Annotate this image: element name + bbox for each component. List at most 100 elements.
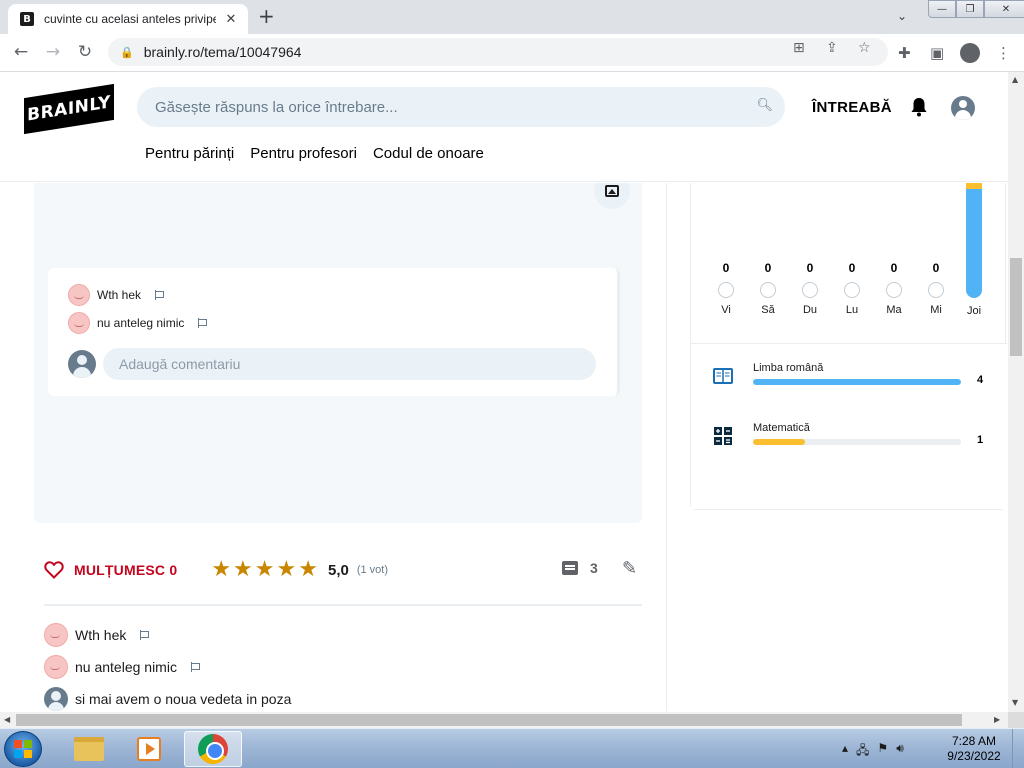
day-count: 0 xyxy=(722,261,730,275)
address-bar[interactable]: 🔒 brainly.ro/tema/10047964 xyxy=(108,38,888,66)
back-arrow-icon[interactable]: ← xyxy=(10,42,32,62)
today-activity-bar xyxy=(966,183,982,298)
site-header: BRAINLY 🔍︎ ÎNTREABĂ Pentru părinți Pentr… xyxy=(0,72,1008,182)
taskbar-media-player[interactable] xyxy=(120,731,178,767)
browser-profile-avatar[interactable] xyxy=(960,43,980,63)
system-clock[interactable]: 7:28 AM 9/23/2022 xyxy=(944,734,1004,764)
attachment-image-button[interactable] xyxy=(594,183,630,209)
network-icon[interactable]: 🖧 xyxy=(856,741,869,762)
nav-teachers-link[interactable]: Pentru profesori xyxy=(250,145,357,162)
comment-item: Wth hek xyxy=(68,284,165,306)
subject-progress-fill xyxy=(753,379,961,385)
nav-honor-code-link[interactable]: Codul de onoare xyxy=(373,145,484,162)
report-flag-icon[interactable] xyxy=(140,630,150,640)
action-center-flag-icon[interactable]: ⚑ xyxy=(877,741,888,762)
minimize-button[interactable]: — xyxy=(928,0,956,18)
day-column: 0 Lu xyxy=(831,261,873,316)
avatar[interactable] xyxy=(68,312,90,334)
scroll-down-arrow-icon[interactable]: ▼ xyxy=(1012,698,1018,707)
nav-parents-link[interactable]: Pentru părinți xyxy=(145,145,234,162)
add-comment-input[interactable] xyxy=(103,348,596,380)
close-window-button[interactable]: ✕ xyxy=(984,0,1024,18)
windows-taskbar: ▴ 🖧 ⚑ 🔊︎ 7:28 AM 9/23/2022 xyxy=(0,728,1024,768)
comment-item: Wth hek xyxy=(44,623,150,647)
comments-toggle[interactable]: 3 xyxy=(562,560,598,576)
search-icon[interactable]: 🔍︎ xyxy=(756,98,773,113)
browser-tab[interactable]: B cuvinte cu acelasi anteles privipe ✕ xyxy=(8,4,248,34)
star-icon[interactable]: ★ xyxy=(255,559,275,581)
vertical-scroll-thumb[interactable] xyxy=(1010,258,1022,356)
forward-arrow-icon[interactable]: → xyxy=(42,42,64,62)
comment-item: si mai avem o noua vedeta in poza xyxy=(44,687,291,711)
day-label: Ma xyxy=(886,304,902,316)
taskbar-chrome[interactable] xyxy=(184,731,242,767)
answer-actions: MULȚUMESC 0 ★ ★ ★ ★ ★ 5,0 (1 vot) 3 ✎ xyxy=(44,555,642,585)
show-desktop-button[interactable] xyxy=(1012,729,1024,768)
folder-icon xyxy=(74,737,104,761)
ask-question-button[interactable]: ÎNTREABĂ xyxy=(812,99,892,116)
star-rating[interactable]: ★ ★ ★ ★ ★ xyxy=(211,559,318,581)
restore-button[interactable]: ❐ xyxy=(956,0,984,18)
add-comment-row xyxy=(68,348,596,380)
answer-box: Wth hek nu anteleg nimic xyxy=(34,183,642,523)
report-flag-icon[interactable] xyxy=(198,318,208,328)
comment-text: si mai avem o noua vedeta in poza xyxy=(75,691,292,707)
thanks-button[interactable]: MULȚUMESC 0 xyxy=(74,562,177,578)
star-icon[interactable]: ★ xyxy=(233,559,253,581)
brainly-favicon-icon: B xyxy=(20,12,34,26)
start-button[interactable] xyxy=(4,731,42,767)
volume-icon[interactable]: 🔊︎ xyxy=(896,741,904,762)
browser-tab-strip: B cuvinte cu acelasi anteles privipe ✕ +… xyxy=(0,0,1024,34)
site-subnav: Pentru părinți Pentru profesori Codul de… xyxy=(145,145,484,162)
edit-pencil-icon[interactable]: ✎ xyxy=(622,558,637,579)
taskbar-explorer[interactable] xyxy=(60,731,118,767)
tab-title: cuvinte cu acelasi anteles privipe xyxy=(44,12,216,26)
tab-close-icon[interactable]: ✕ xyxy=(222,12,240,27)
side-panel-icon[interactable]: ▣ xyxy=(930,44,944,62)
tray-expand-icon[interactable]: ▴ xyxy=(842,741,848,762)
system-tray: ▴ 🖧 ⚑ 🔊︎ xyxy=(842,741,904,762)
horizontal-scroll-thumb[interactable] xyxy=(16,714,962,726)
avatar[interactable] xyxy=(44,687,68,711)
lock-icon[interactable]: 🔒 xyxy=(120,46,134,59)
browser-menu-icon[interactable]: ⋮ xyxy=(996,44,1011,62)
vertical-scrollbar[interactable]: ▲ ▼ xyxy=(1008,72,1024,712)
day-circle xyxy=(886,282,902,298)
subject-progress-track xyxy=(753,439,961,445)
report-flag-icon[interactable] xyxy=(155,290,165,300)
reload-icon[interactable]: ↻ xyxy=(74,42,96,62)
report-flag-icon[interactable] xyxy=(190,662,200,672)
star-icon[interactable]: ★ xyxy=(277,559,297,581)
windows-logo-icon xyxy=(14,740,32,758)
extensions-puzzle-icon[interactable]: ✚ xyxy=(898,44,911,62)
star-icon[interactable]: ★ xyxy=(211,559,231,581)
page-content: Wth hek nu anteleg nimic MULȚUMESC 0 xyxy=(0,183,1008,711)
tab-search-chevron-icon[interactable]: ⌄ xyxy=(897,9,907,23)
avatar[interactable] xyxy=(44,623,68,647)
user-avatar-icon[interactable] xyxy=(951,96,975,120)
scroll-left-arrow-icon[interactable]: ◀ xyxy=(4,715,10,724)
day-count: 0 xyxy=(764,261,772,275)
day-count: 0 xyxy=(806,261,814,275)
comments-card: Wth hek nu anteleg nimic xyxy=(48,268,620,396)
notifications-bell-icon[interactable] xyxy=(910,97,928,117)
divider xyxy=(44,604,642,606)
scroll-right-arrow-icon[interactable]: ▶ xyxy=(994,715,1000,724)
site-search-input[interactable] xyxy=(155,98,745,116)
clock-time: 7:28 AM xyxy=(951,734,997,748)
avatar[interactable] xyxy=(44,655,68,679)
new-tab-button[interactable]: + xyxy=(258,6,275,26)
scroll-up-arrow-icon[interactable]: ▲ xyxy=(1012,75,1018,84)
star-icon[interactable]: ★ xyxy=(298,559,318,581)
horizontal-scrollbar[interactable]: ◀ ▶ xyxy=(0,712,1008,728)
today-label: Joi xyxy=(966,305,982,317)
translate-icon[interactable]: ⊞ xyxy=(793,40,805,56)
share-icon[interactable]: ⇪ xyxy=(826,40,838,56)
subjects-list: Limba română 4 Matematică 1 xyxy=(691,343,1007,509)
bookmark-star-icon[interactable]: ☆ xyxy=(858,40,871,56)
day-label: Vi xyxy=(721,304,731,316)
day-circle xyxy=(844,282,860,298)
brainly-logo[interactable]: BRAINLY xyxy=(24,83,114,135)
avatar[interactable] xyxy=(68,284,90,306)
heart-icon[interactable] xyxy=(44,561,64,579)
